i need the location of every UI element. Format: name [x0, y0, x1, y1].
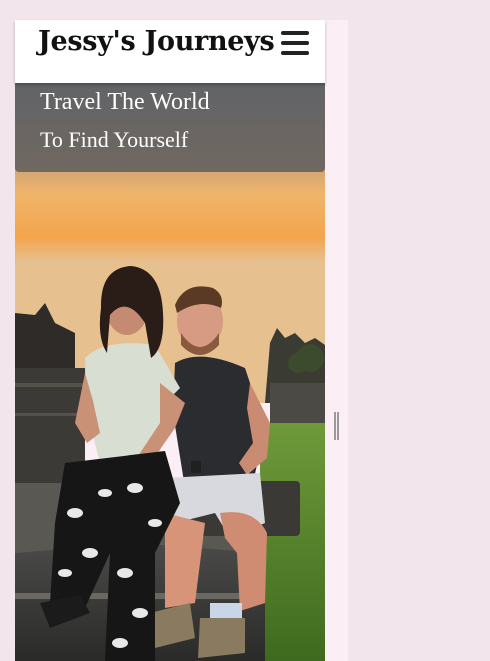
- menu-bar: [281, 31, 309, 35]
- hero-subheadline: To Find Yourself: [40, 127, 189, 152]
- hero-banner: Travel The World To Find Yourself: [15, 83, 325, 172]
- hamburger-menu-icon[interactable]: [281, 30, 311, 56]
- menu-bar: [281, 41, 309, 45]
- hero-headline: Travel The World: [40, 89, 210, 115]
- grip-line: [337, 412, 339, 440]
- site-header: Jessy's Journeys: [15, 20, 325, 83]
- site-title[interactable]: Jessy's Journeys: [38, 26, 275, 57]
- resize-grip-icon[interactable]: [334, 412, 340, 440]
- menu-bar: [281, 51, 309, 55]
- page-background: Jessy's Journeys Travel The World To Fin…: [0, 0, 490, 661]
- hero-section: Travel The World To Find Yourself: [15, 83, 325, 661]
- grip-line: [334, 412, 336, 440]
- mobile-viewport: Jessy's Journeys Travel The World To Fin…: [15, 20, 348, 661]
